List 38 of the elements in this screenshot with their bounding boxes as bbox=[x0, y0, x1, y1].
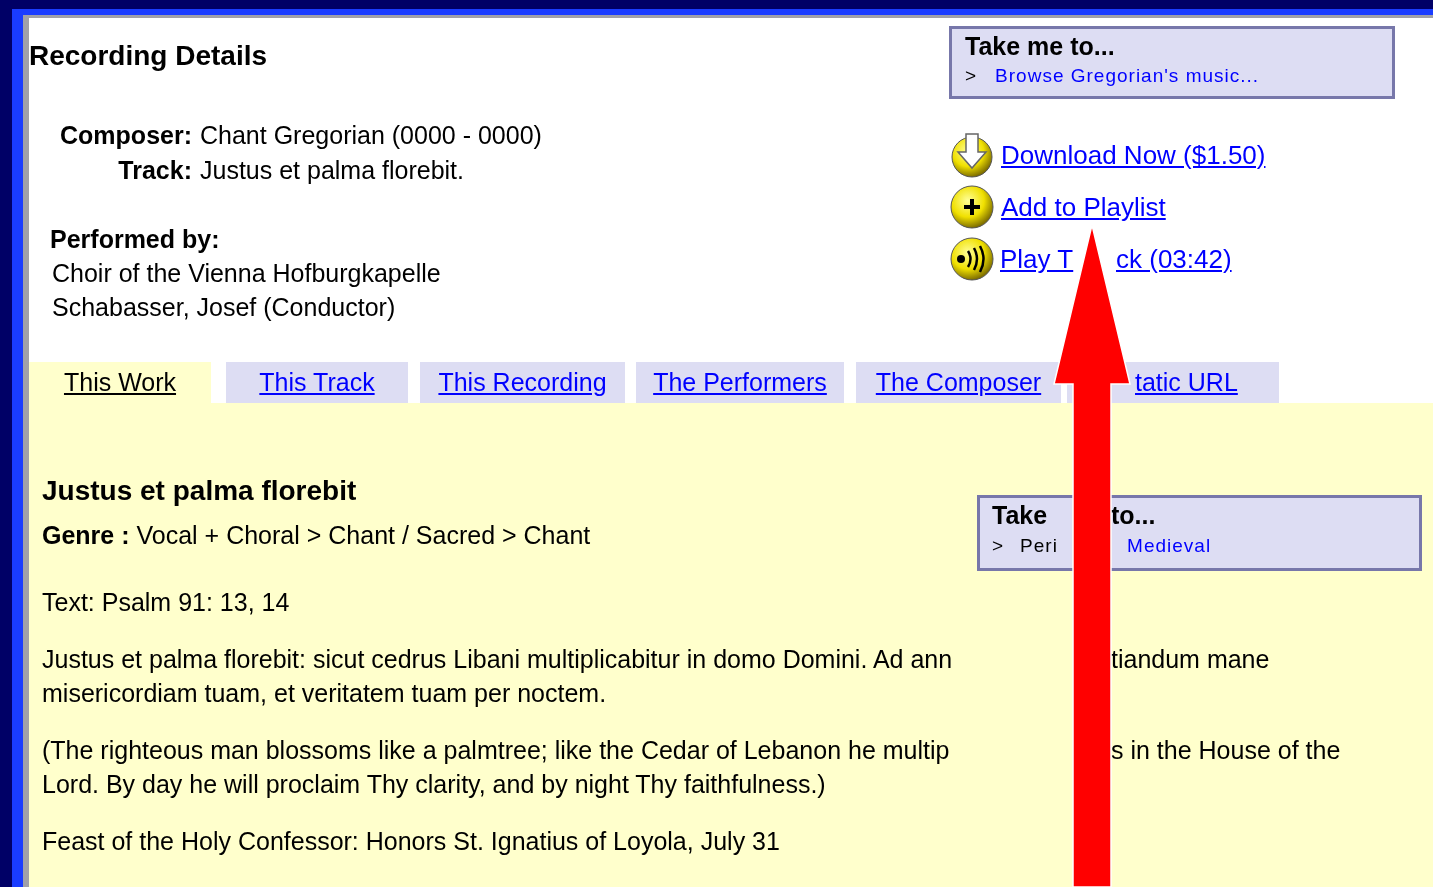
text-line: tiandum mane bbox=[1111, 644, 1270, 675]
text-line: Lord. By day he will proclaim Thy clarity, and by night Thy faithfulness.) bbox=[42, 769, 826, 800]
text-line: misericordiam tuam, et veritatem tuam per noctem. bbox=[42, 678, 607, 709]
text-line: (The righteous man blossoms like a palmtree; like the Cedar of Lebanon he multip bbox=[42, 736, 950, 764]
text-line: Feast of the Holy Confessor: Honors St. Ignatius of Loyola, July 31 bbox=[42, 826, 780, 857]
field-value: Justus et palma florebit. bbox=[200, 155, 464, 186]
browse-link[interactable]: Browse Gregorian's music... bbox=[995, 62, 1260, 90]
field-label: Track: bbox=[117, 155, 192, 186]
text-line: s in the House of the bbox=[1111, 735, 1341, 766]
period-link[interactable]: Medieval bbox=[1127, 532, 1212, 560]
speaker-icon[interactable] bbox=[949, 236, 995, 282]
action-link[interactable]: Download Now ($1.50) bbox=[1001, 135, 1266, 175]
marker-glyph: > bbox=[992, 534, 1005, 558]
tab[interactable]: The Performers bbox=[636, 362, 844, 403]
performer-name: Choir of the Vienna Hofburgkapelle bbox=[52, 258, 441, 289]
text-line: Justus et palma florebit: sicut cedrus Libani multiplicabitur in domo Domini. Ad ann bbox=[42, 645, 953, 673]
performer-name: Schabasser, Josef (Conductor) bbox=[52, 292, 396, 323]
marker-glyph: > bbox=[965, 64, 978, 88]
text-line: Text: Psalm 91: 13, 14 bbox=[42, 587, 290, 618]
action-link[interactable]: ck (03:42) bbox=[1116, 239, 1232, 279]
tab[interactable]: This Recording bbox=[420, 362, 625, 403]
plus-icon[interactable] bbox=[949, 184, 995, 230]
action-link[interactable]: Add to Playlist bbox=[1001, 187, 1166, 227]
action-link[interactable]: Play T bbox=[1000, 243, 1074, 274]
download-icon[interactable] bbox=[949, 132, 995, 178]
tab[interactable]: This Track bbox=[226, 362, 408, 403]
box-title: to... bbox=[1111, 500, 1156, 531]
genre-text: Genre : Vocal + Choral > Chant / Sacred > Chant bbox=[42, 520, 591, 551]
field-value: Chant Gregorian (0000 - 0000) bbox=[200, 120, 542, 151]
performers-label: Performed by: bbox=[50, 224, 220, 255]
field-label: Composer: bbox=[59, 120, 192, 151]
box-title: Take me to... bbox=[965, 31, 1115, 62]
page-title: Recording Details bbox=[29, 40, 268, 72]
period-label: Peri bbox=[1020, 535, 1058, 556]
tab[interactable]: The Composer bbox=[856, 362, 1061, 403]
box-title: Take bbox=[992, 501, 1048, 529]
tab[interactable]: This Work bbox=[29, 362, 211, 403]
work-title: Justus et palma florebit bbox=[42, 474, 357, 508]
